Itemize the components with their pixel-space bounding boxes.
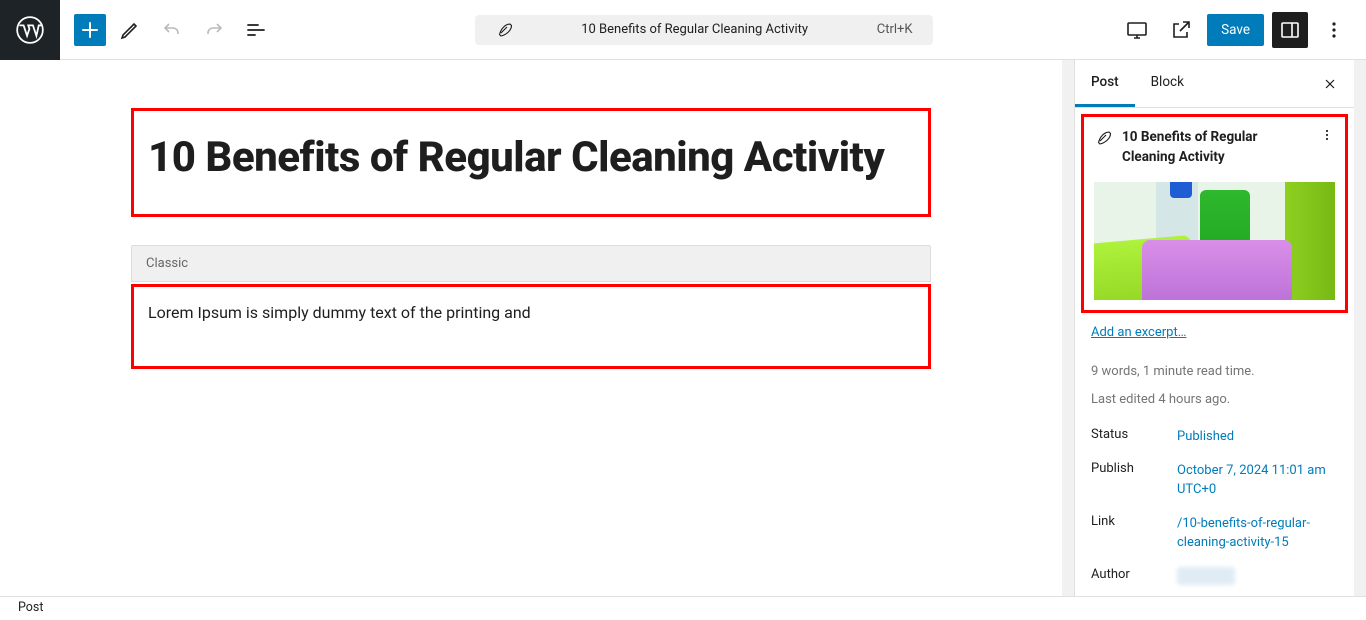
tools-button[interactable] (112, 12, 148, 48)
wordpress-icon (16, 16, 44, 44)
feather-icon (495, 21, 513, 39)
close-sidebar-button[interactable] (1306, 76, 1354, 92)
more-vertical-icon (1319, 127, 1335, 143)
sidebar-post-title: 10 Benefits of Regular Cleaning Activity (1122, 127, 1309, 168)
post-title[interactable]: 10 Benefits of Regular Cleaning Activity (148, 133, 914, 182)
right-tools: Save (1119, 12, 1366, 48)
view-post-button[interactable] (1163, 12, 1199, 48)
editor-canvas[interactable]: 10 Benefits of Regular Cleaning Activity… (0, 60, 1062, 600)
top-toolbar: 10 Benefits of Regular Cleaning Activity… (0, 0, 1366, 60)
redo-icon (202, 18, 226, 42)
sidebar-scrollbar[interactable] (1354, 60, 1366, 600)
post-actions-button[interactable] (1319, 127, 1335, 143)
plus-icon (78, 18, 102, 42)
redo-button[interactable] (196, 12, 232, 48)
settings-sidebar: Post Block 10 Benefits of Regular Cleani… (1074, 60, 1354, 600)
pencil-icon (118, 18, 142, 42)
status-value[interactable]: Published (1177, 427, 1234, 447)
highlight-title: 10 Benefits of Regular Cleaning Activity (131, 108, 931, 217)
sidebar-tabs: Post Block (1075, 60, 1354, 108)
field-status: Status Published (1091, 427, 1338, 447)
document-title-bar: 10 Benefits of Regular Cleaning Activity… (288, 15, 1119, 45)
document-overview-button[interactable] (238, 12, 274, 48)
close-icon (1322, 76, 1338, 92)
field-author: Author (1091, 567, 1338, 585)
document-title-text: 10 Benefits of Regular Cleaning Activity (523, 22, 867, 37)
feather-icon (1094, 129, 1112, 147)
tab-block[interactable]: Block (1135, 60, 1200, 107)
last-edited: Last edited 4 hours ago. (1075, 386, 1354, 415)
list-icon (244, 18, 268, 42)
link-value[interactable]: /10-benefits-of-regular-cleaning-activit… (1177, 514, 1338, 553)
main-content: 10 Benefits of Regular Cleaning Activity… (0, 60, 1366, 600)
footer-breadcrumb: Post (0, 596, 1366, 620)
post-fields: Status Published Publish October 7, 2024… (1075, 415, 1354, 600)
breadcrumb-text[interactable]: Post (18, 600, 43, 615)
shortcut-hint: Ctrl+K (877, 22, 913, 37)
left-tools (60, 12, 288, 48)
external-link-icon (1169, 18, 1193, 42)
editor-scrollbar[interactable] (1062, 60, 1074, 600)
add-excerpt-link[interactable]: Add an excerpt… (1075, 319, 1202, 340)
add-block-button[interactable] (74, 14, 106, 46)
word-stats: 9 words, 1 minute read time. (1075, 358, 1354, 387)
field-publish: Publish October 7, 2024 11:01 am UTC+0 (1091, 461, 1338, 500)
classic-block: Classic Lorem Ipsum is simply dummy text… (131, 245, 931, 369)
undo-icon (160, 18, 184, 42)
author-value-obscured[interactable] (1177, 567, 1235, 585)
sidebar-icon (1278, 18, 1302, 42)
more-vertical-icon (1322, 18, 1346, 42)
sidebar-toggle-button[interactable] (1272, 12, 1308, 48)
highlight-sidebar-summary: 10 Benefits of Regular Cleaning Activity (1081, 114, 1348, 313)
highlight-body: Lorem Ipsum is simply dummy text of the … (131, 284, 931, 369)
wp-logo-button[interactable] (0, 0, 60, 60)
view-desktop-button[interactable] (1119, 12, 1155, 48)
document-title-pill[interactable]: 10 Benefits of Regular Cleaning Activity… (475, 15, 933, 45)
undo-button[interactable] (154, 12, 190, 48)
options-button[interactable] (1316, 12, 1352, 48)
publish-value[interactable]: October 7, 2024 11:01 am UTC+0 (1177, 461, 1338, 500)
desktop-icon (1125, 18, 1149, 42)
classic-block-header[interactable]: Classic (131, 245, 931, 282)
save-button[interactable]: Save (1207, 14, 1264, 46)
classic-block-body[interactable]: Lorem Ipsum is simply dummy text of the … (148, 303, 914, 322)
tab-post[interactable]: Post (1075, 60, 1135, 107)
field-link: Link /10-benefits-of-regular-cleaning-ac… (1091, 514, 1338, 553)
featured-image[interactable] (1094, 182, 1335, 300)
